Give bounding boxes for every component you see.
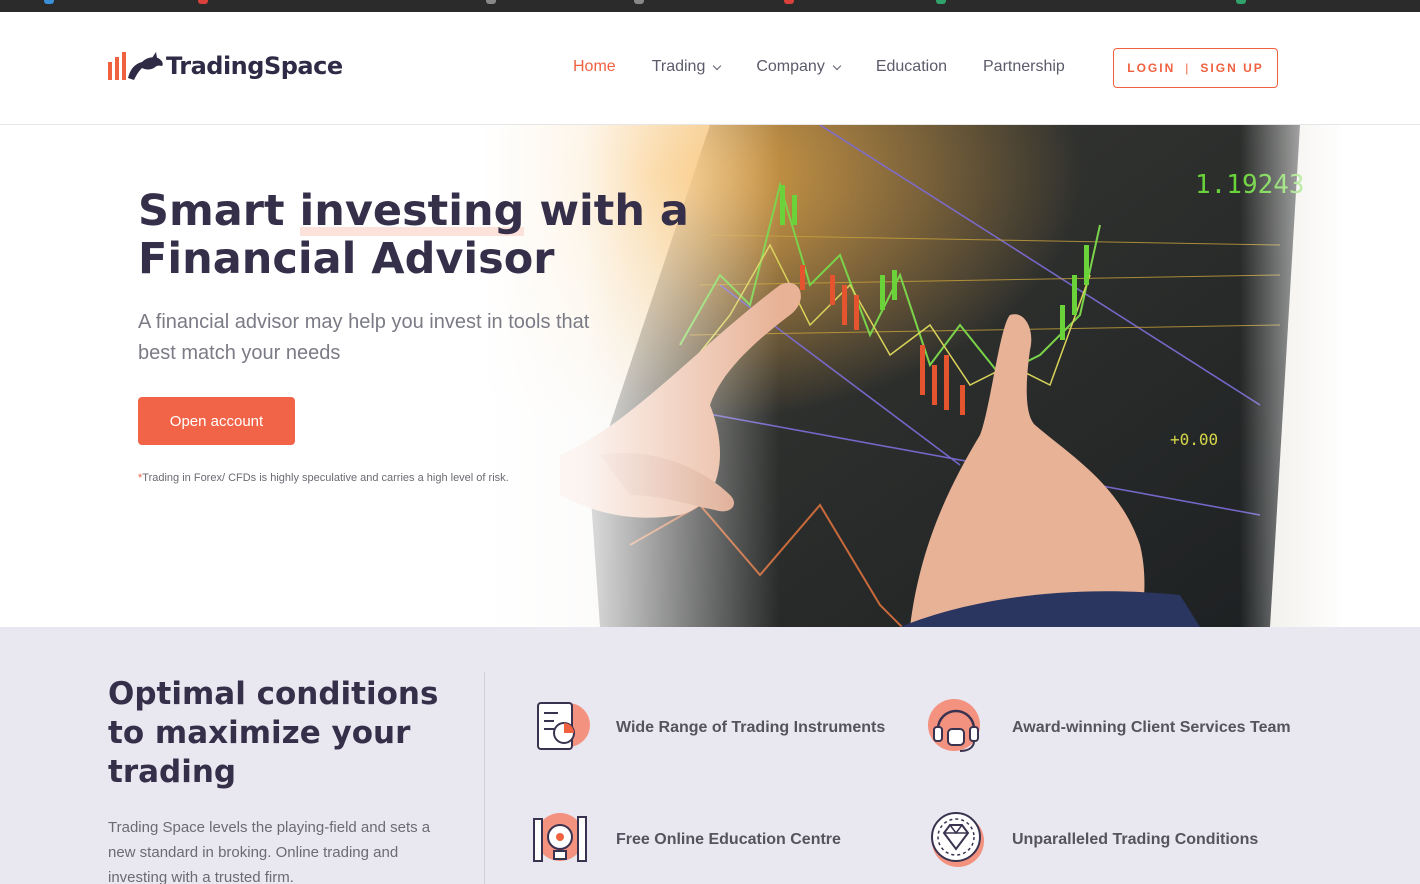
signup-link[interactable]: SIGN UP [1200, 61, 1263, 75]
social-icon[interactable] [198, 0, 208, 4]
nav-trading[interactable]: Trading [651, 58, 722, 76]
nav-company[interactable]: Company [756, 58, 842, 76]
social-icon[interactable] [486, 0, 496, 4]
risk-disclaimer: *Trading in Forex/ CFDs is highly specul… [138, 472, 509, 484]
feature-label: Wide Range of Trading Instruments [616, 719, 886, 736]
hero-title-highlight: investing [299, 186, 525, 236]
svg-text:+0.00: +0.00 [1170, 430, 1218, 449]
nav-education[interactable]: Education [876, 58, 947, 76]
nav-label: Partnership [983, 58, 1065, 75]
logo-text: TradingSpace [166, 52, 343, 80]
feature-item[interactable]: Award-winning Client Services Team [924, 695, 1291, 761]
nav-label: Home [573, 58, 616, 75]
social-icon[interactable] [44, 0, 54, 4]
social-icon[interactable] [1236, 0, 1246, 4]
feature-label: Free Online Education Centre [616, 831, 841, 848]
hero-fade-right [1240, 125, 1420, 627]
disclaimer-text: Trading in Forex/ CFDs is highly specula… [142, 472, 509, 484]
features-section: Optimal conditions to maximize your trad… [0, 627, 1420, 884]
feature-item[interactable]: Unparalleled Trading Conditions [924, 807, 1258, 873]
hero-title-part: Smart [138, 186, 300, 236]
logo[interactable]: TradingSpace [108, 48, 343, 84]
bull-logo-icon [108, 52, 163, 80]
login-signup-box: LOGIN | SIGN UP [1113, 48, 1278, 88]
nav-label: Company [756, 58, 825, 75]
nav-label: Education [875, 58, 947, 75]
hero-title: Smart investing with a Financial Advisor [138, 186, 698, 283]
features-text: Trading Space levels the playing-field a… [108, 819, 431, 884]
nav-home[interactable]: Home [573, 58, 616, 76]
social-icon[interactable] [634, 0, 644, 4]
feature-item[interactable]: Free Online Education Centre [528, 807, 841, 873]
headset-icon [928, 699, 980, 752]
open-account-button[interactable]: Open account [138, 397, 295, 445]
hero-section: 1.19243 +0.00 Smart investing with a Fin… [0, 125, 1420, 627]
feature-label: Award-winning Client Services Team [1012, 719, 1291, 736]
chevron-down-icon [832, 61, 842, 70]
login-link[interactable]: LOGIN [1127, 61, 1175, 75]
site-header: TradingSpace Home Trading Company Educat… [0, 12, 1420, 125]
features-title: Optimal conditions to maximize your trad… [108, 676, 439, 790]
auth-separator: | [1185, 61, 1191, 75]
divider [484, 672, 485, 884]
main-nav: Home Trading Company Education Partnersh… [573, 58, 1101, 76]
feature-label: Unparalleled Trading Conditions [1012, 831, 1259, 848]
diamond-badge-icon [931, 812, 984, 867]
education-tools-icon [533, 813, 587, 862]
hero-subtitle: A financial advisor may help you invest … [138, 311, 590, 364]
top-bar [0, 0, 1420, 12]
social-icon[interactable] [936, 0, 946, 4]
feature-item[interactable]: Wide Range of Trading Instruments [528, 695, 885, 761]
report-chart-icon [537, 702, 590, 750]
nav-label: Trading [651, 58, 706, 75]
social-icon[interactable] [784, 0, 794, 4]
chevron-down-icon [713, 61, 722, 70]
nav-partnership[interactable]: Partnership [983, 58, 1065, 76]
